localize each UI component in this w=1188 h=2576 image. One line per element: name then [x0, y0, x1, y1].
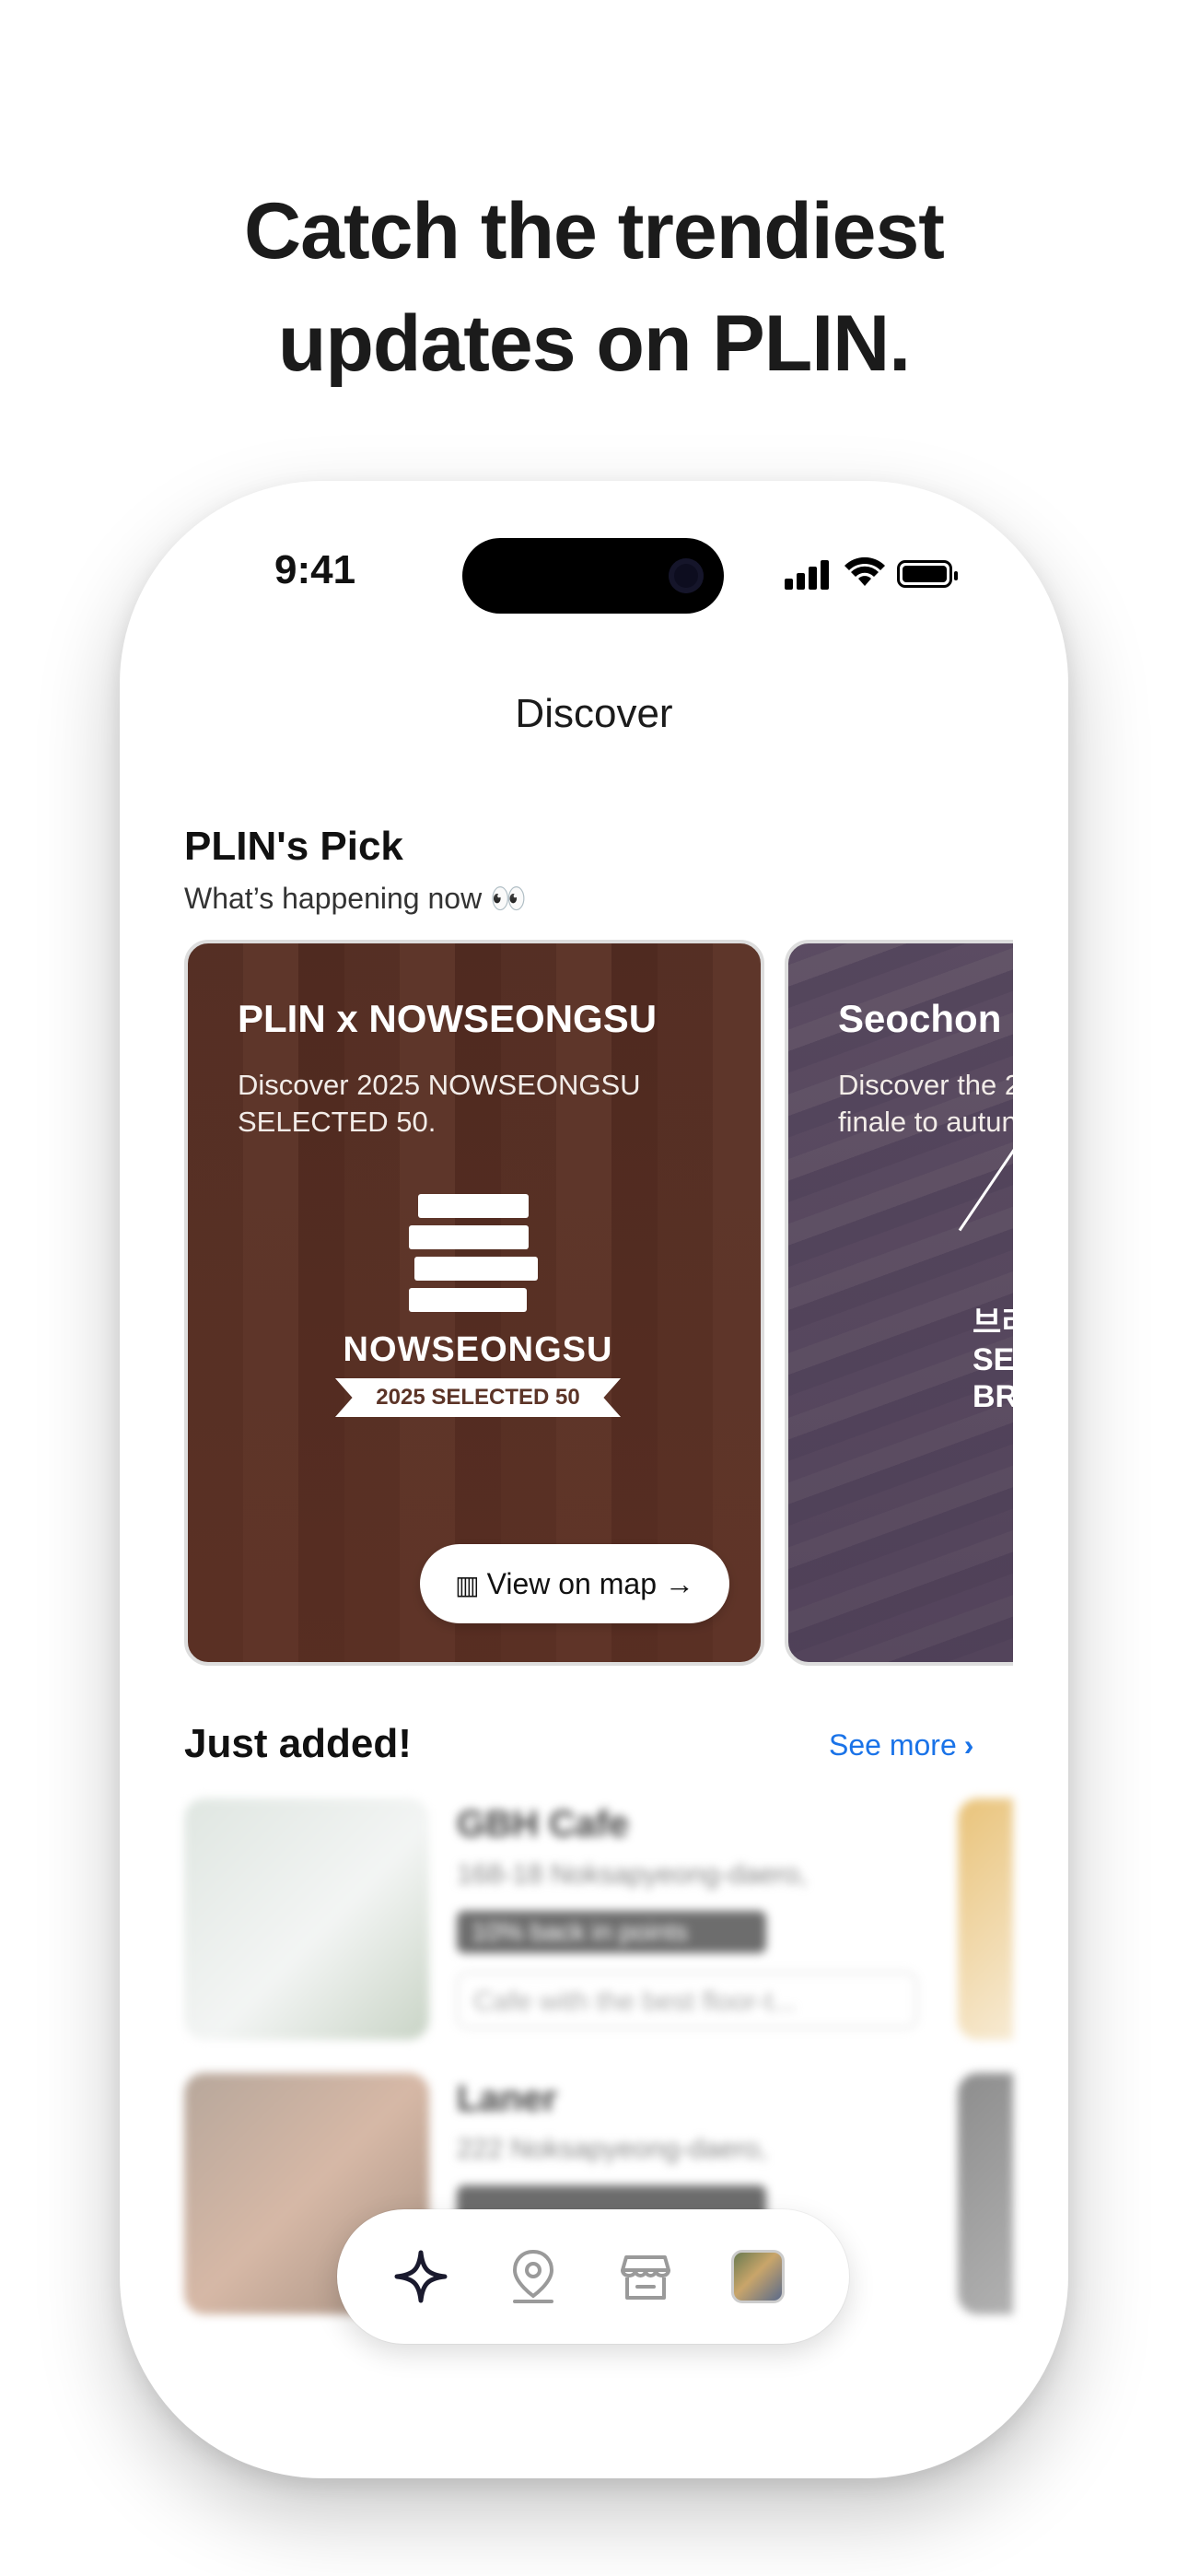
- card-brand-text: 브리 SEC BRAI: [973, 1306, 1013, 1414]
- place-thumbnail[interactable]: [958, 1798, 1013, 2040]
- logo-text: NOWSEONGSU: [343, 1330, 613, 1369]
- headline-line-1: Catch the trendiest: [244, 187, 945, 275]
- phone-frame: 9:41 Discover PLIN's Pick What’s happeni…: [120, 481, 1068, 2478]
- page-title: Discover: [515, 691, 673, 736]
- tab-discover[interactable]: [389, 2244, 453, 2309]
- dynamic-island: [462, 538, 724, 614]
- place-note: Cafe with the best floor-t...: [457, 1972, 917, 2029]
- profile-avatar: [731, 2250, 785, 2303]
- headline-line-2: updates on PLIN.: [277, 299, 911, 388]
- just-added-title: Just added!: [184, 1721, 412, 1766]
- picks-carousel[interactable]: PLIN x NOWSEONGSU Discover 2025 NOWSEONG…: [184, 940, 1013, 1668]
- place-name[interactable]: Laner: [457, 2078, 557, 2120]
- map-icon: ▥: [455, 1571, 480, 1599]
- cellular-signal-icon: [785, 556, 831, 590]
- tab-profile[interactable]: [726, 2244, 790, 2309]
- points-badge: 10% back in points: [457, 1911, 766, 1953]
- sparkle-icon: [394, 2250, 448, 2303]
- place-thumbnail[interactable]: [184, 1798, 429, 2040]
- picks-subtitle: What’s happening now 👀: [184, 882, 527, 915]
- picks-title: PLIN's Pick: [184, 824, 403, 869]
- wifi-icon: [844, 556, 885, 586]
- store-icon: [621, 2255, 670, 2300]
- card-title: PLIN x NOWSEONGSU: [238, 997, 658, 1040]
- card-title: Seochon B: [838, 997, 1013, 1040]
- status-time: 9:41: [274, 547, 356, 592]
- camera-icon: [669, 558, 704, 593]
- battery-icon: [897, 560, 958, 588]
- place-thumbnail[interactable]: [958, 2073, 1013, 2314]
- view-on-map-button[interactable]: ▥ View on map →: [420, 1544, 729, 1623]
- pick-card-nowseongsu[interactable]: PLIN x NOWSEONGSU Discover 2025 NOWSEONG…: [184, 940, 764, 1666]
- place-name[interactable]: GBH Cafe: [457, 1804, 629, 1845]
- map-pin-icon: [512, 2249, 554, 2303]
- card-description: Discover 2025 NOWSEONGSU SELECTED 50.: [238, 1069, 641, 1138]
- logo-ribbon: 2025 SELECTED 50: [335, 1378, 621, 1417]
- card-description: Discover the 2 finale to autun: [838, 1069, 1013, 1138]
- nowseongsu-logo-icon: [409, 1194, 538, 1314]
- headline: Catch the trendiest updates on PLIN.: [0, 175, 1188, 400]
- place-address: 222 Noksapyeong-daero,: [457, 2134, 767, 2164]
- tab-map[interactable]: [501, 2244, 565, 2309]
- chevron-right-icon: ›: [963, 1728, 974, 1762]
- place-address: 168-18 Noksapyeong-daero,: [457, 1859, 808, 1890]
- view-on-map-label: View on map →: [486, 1567, 694, 1600]
- tab-store[interactable]: [613, 2244, 678, 2309]
- see-more-link[interactable]: See more ›: [829, 1728, 973, 1762]
- see-more-label: See more: [829, 1728, 957, 1762]
- pick-card-seochon[interactable]: Seochon B Discover the 2 finale to autun…: [785, 940, 1013, 1666]
- tab-bar: [337, 2209, 849, 2344]
